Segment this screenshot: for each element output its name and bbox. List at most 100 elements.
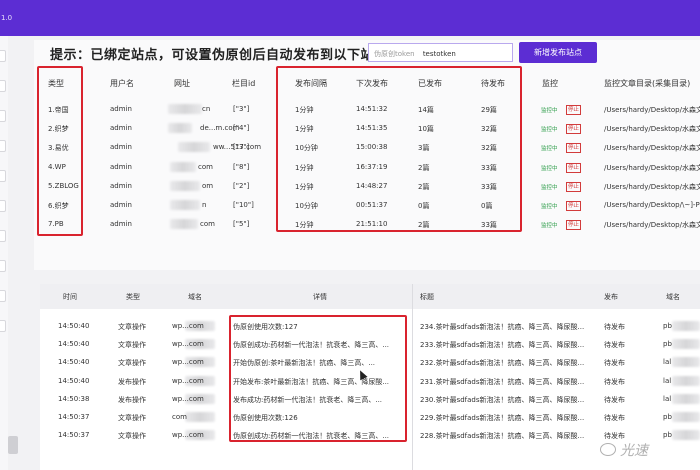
log-domain-2: pb <box>663 322 672 330</box>
redacted-domain <box>185 412 215 422</box>
log-domain: wp...com <box>172 322 204 330</box>
sidebar-tab[interactable] <box>0 170 6 182</box>
sidebar-bottom-button[interactable] <box>8 436 18 454</box>
publish-interval: 1分钟 <box>295 182 314 191</box>
redacted-url <box>168 123 192 134</box>
site-username: admin <box>110 220 132 229</box>
stop-button[interactable]: 停止 <box>566 143 582 154</box>
site-column-id: ["3"] <box>233 105 250 113</box>
redacted-domain <box>672 321 700 331</box>
log-time: 14:50:37 <box>58 431 90 440</box>
next-publish-time: 15:00:38 <box>356 143 388 152</box>
redacted-domain <box>672 412 700 422</box>
sidebar-tab[interactable] <box>0 320 6 332</box>
pending-count: 32篇 <box>481 144 497 153</box>
monitor-status: 监控中 <box>541 165 558 172</box>
sidebar-tab[interactable] <box>0 290 6 302</box>
site-column-id: ["2"] <box>233 181 250 190</box>
log-domain: wp...com <box>172 358 204 367</box>
site-url: cn <box>202 105 211 113</box>
token-input[interactable]: 伪原创token testotken <box>368 43 513 62</box>
site-type: 5.ZBLOG <box>48 181 79 190</box>
log-type: 文章操作 <box>118 432 146 441</box>
site-username: admin <box>110 201 132 209</box>
log-time: 14:50:40 <box>58 376 90 385</box>
site-column-id: ["8"] <box>233 162 250 171</box>
monitor-directory: /Users/hardy/Desktop/水森文 <box>604 221 700 230</box>
next-publish-time: 21:51:10 <box>356 220 388 229</box>
log-detail: 伪原创成功:药材新一代泡法！抗衰老、降三高、... <box>233 432 390 441</box>
stop-button[interactable]: 停止 <box>566 105 582 115</box>
site-username: admin <box>110 162 132 171</box>
sidebar-tab[interactable] <box>0 230 6 242</box>
sidebar-tab[interactable] <box>0 50 6 62</box>
log-domain-2: lal <box>663 358 672 367</box>
column-header: 发布间隔 <box>295 79 327 88</box>
log-column-header: 标题 <box>420 293 434 301</box>
stop-button[interactable]: 停止 <box>566 181 582 192</box>
stop-button[interactable]: 停止 <box>566 162 582 173</box>
stop-button[interactable]: 停止 <box>566 220 582 231</box>
next-publish-time: 14:51:32 <box>356 105 388 113</box>
monitor-status: 监控中 <box>541 223 558 230</box>
site-username: admin <box>110 124 132 133</box>
site-type: 3.易优 <box>48 144 69 153</box>
pending-count: 33篇 <box>481 163 497 172</box>
next-publish-time: 16:37:19 <box>356 162 388 171</box>
log-time: 14:50:38 <box>58 394 90 403</box>
log-title: 230.茶叶最sdfads新泡法！抗癌、降三高、降尿酸... <box>420 395 585 404</box>
redacted-url <box>170 219 198 230</box>
add-site-button[interactable]: 新增发布站点 <box>519 42 597 63</box>
token-placeholder: 伪原创token <box>374 50 415 58</box>
log-type: 发布操作 <box>118 395 146 404</box>
monitor-directory: /Users/hardy/Desktop/水森文 <box>604 144 700 153</box>
pending-count: 33篇 <box>481 221 497 230</box>
monitor-status: 监控中 <box>541 146 558 153</box>
redacted-domain <box>672 375 700 386</box>
log-detail: 开始发布:茶叶最新泡法！抗癌、降三高、降尿酸... <box>233 377 390 386</box>
column-header: 栏目id <box>232 79 256 88</box>
stop-button[interactable]: 停止 <box>566 124 582 135</box>
log-column-header: 发布 <box>604 293 618 301</box>
monitor-directory: /Users/hardy/Desktop/水森文 <box>604 125 700 134</box>
sidebar-tab[interactable] <box>0 260 6 272</box>
site-url: n <box>202 201 207 209</box>
log-status: 待发布 <box>604 377 625 386</box>
title-bar: 1.0 <box>0 0 700 36</box>
published-count: 3篇 <box>418 144 430 153</box>
log-column-header: 域名 <box>666 293 680 301</box>
log-domain: com <box>172 413 187 421</box>
redacted-domain <box>672 339 700 350</box>
log-column-header: 域名 <box>188 293 202 301</box>
pending-count: 32篇 <box>481 125 497 134</box>
site-type: 4.WP <box>48 162 66 171</box>
log-detail: 伪原创使用次数:126 <box>233 414 298 422</box>
log-domain-2: lal <box>663 394 672 403</box>
sidebar-tab[interactable] <box>0 140 6 152</box>
log-status: 待发布 <box>604 323 625 331</box>
log-type: 文章操作 <box>118 414 146 422</box>
column-header: 类型 <box>48 79 64 88</box>
log-domain-2: lal <box>663 376 672 385</box>
stop-button[interactable]: 停止 <box>566 201 582 211</box>
publish-interval: 10分钟 <box>295 144 318 153</box>
monitor-directory: /Users/hardy/Desktop/水森文 <box>604 163 700 172</box>
redacted-url <box>170 180 200 191</box>
log-time: 14:50:40 <box>58 322 90 330</box>
log-time: 14:50:40 <box>58 340 90 349</box>
log-domain-2: pb <box>663 431 672 440</box>
column-header: 待发布 <box>481 79 505 88</box>
log-title: 234.茶叶最sdfads新泡法！抗癌、降三高、降尿酸... <box>420 323 585 331</box>
sidebar-tab[interactable] <box>0 200 6 212</box>
redacted-domain <box>672 393 700 404</box>
column-header: 用户名 <box>110 79 134 88</box>
log-column-header: 时间 <box>63 293 77 301</box>
site-column-id: ["5"] <box>233 220 250 229</box>
next-publish-time: 14:48:27 <box>356 181 388 190</box>
published-count: 0篇 <box>418 202 430 210</box>
publish-interval: 1分钟 <box>295 125 314 134</box>
column-header: 网址 <box>174 79 190 88</box>
sites-panel <box>34 40 700 270</box>
sidebar-tab[interactable] <box>0 110 6 122</box>
sidebar-tab[interactable] <box>0 80 6 92</box>
